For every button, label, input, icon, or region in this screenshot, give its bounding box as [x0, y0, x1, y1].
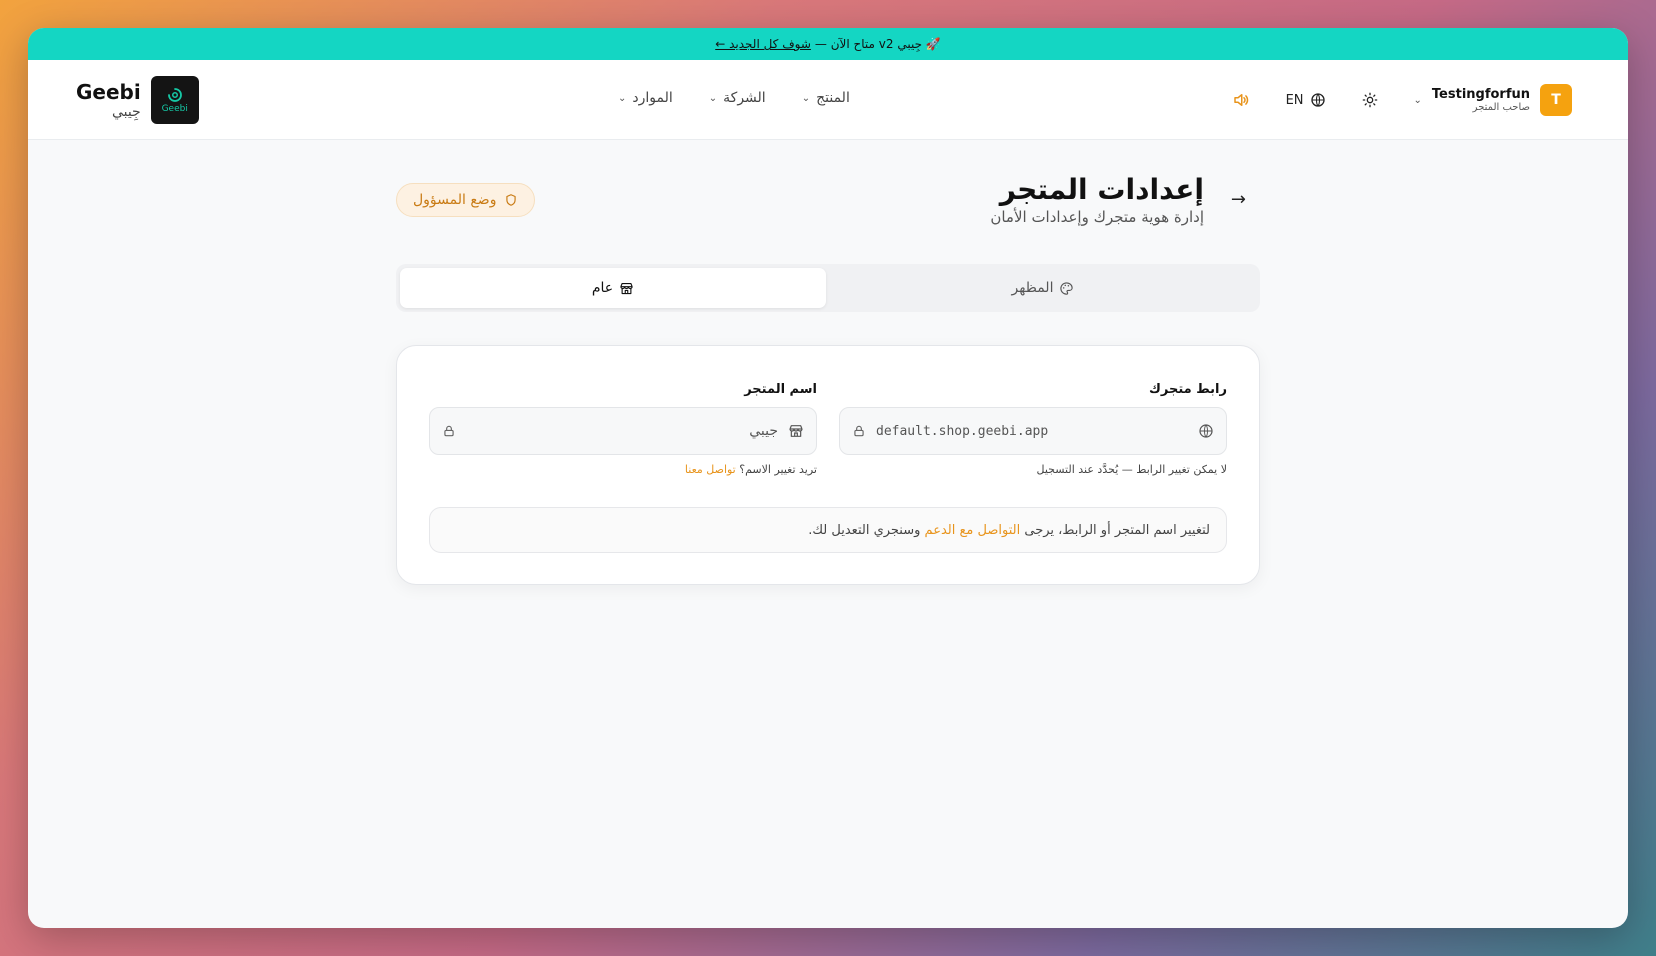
store-name-input[interactable]: جيبي: [429, 407, 817, 455]
store-icon: [789, 425, 803, 437]
page-header: وضع المسؤول إعدادات المتجر إدارة هوية مت…: [396, 173, 1260, 243]
user-name: Testingforfun: [1431, 87, 1530, 102]
shield-icon: [506, 194, 517, 206]
store-name-value: جيبي: [749, 423, 778, 439]
store-name-hint-text: تريد تغيير الاسم؟: [739, 463, 817, 476]
page-subtitle: إدارة هوية متجرك وإعدادات الأمان: [990, 208, 1204, 226]
lock-icon: [444, 425, 454, 437]
nav-label: الشركة: [723, 90, 766, 106]
app-window: 🚀 جِيبي v2 متاح الآن — شوف كل الجديد ← G…: [28, 28, 1628, 928]
store-name-hint: تريد تغيير الاسم؟ تواصل معنا: [429, 463, 817, 476]
globe-icon: [1199, 424, 1213, 438]
store-link-field: رابط متجرك default.shop.geebi.app لا يمك…: [839, 382, 1227, 476]
store-link-label: رابط متجرك: [1149, 382, 1227, 397]
logo-mark-icon: [167, 88, 182, 102]
chevron-down-icon: ⌄: [618, 92, 627, 104]
store-link-input[interactable]: default.shop.geebi.app: [839, 407, 1227, 455]
nav-item-company[interactable]: ⌄ الشركة: [709, 90, 766, 106]
brand[interactable]: Geebi جِيبي Geebi: [76, 76, 199, 124]
page-title: إعدادات المتجر: [999, 173, 1204, 206]
support-notice: لتغيير اسم المتجر أو الرابط، يرجى التواص…: [429, 507, 1227, 553]
admin-mode-label: وضع المسؤول: [413, 192, 497, 208]
tab-label: عام: [591, 280, 614, 296]
notice-prefix: لتغيير اسم المتجر أو الرابط، يرجى: [1024, 522, 1210, 538]
announcement-text: 🚀 جِيبي v2 متاح الآن —: [814, 37, 941, 51]
globe-icon: [1310, 93, 1325, 107]
main-nav: ⌄ الموارد ⌄ الشركة ⌄ المنتج: [618, 90, 850, 106]
store-name-label: اسم المتجر: [744, 382, 817, 397]
contact-us-link[interactable]: تواصل معنا: [685, 463, 736, 476]
speaker-icon: [1233, 94, 1248, 106]
chevron-down-icon: ⌄: [801, 92, 811, 104]
store-icon: [620, 282, 633, 294]
contact-support-link[interactable]: التواصل مع الدعم: [925, 523, 1021, 538]
brand-arabic-name: جِيبي: [111, 104, 141, 120]
lock-icon: [854, 425, 864, 437]
theme-toggle[interactable]: [1362, 92, 1378, 108]
chevron-down-icon: ⌄: [1413, 94, 1422, 106]
language-label: EN: [1285, 92, 1304, 108]
nav-item-resources[interactable]: ⌄ الموارد: [618, 90, 673, 106]
general-settings-card: رابط متجرك default.shop.geebi.app لا يمك…: [396, 345, 1260, 585]
nav-label: المنتج: [816, 90, 850, 106]
header-actions: EN ⌄ Testingforfun صاحب المتجر T: [1232, 84, 1572, 116]
logo-text: Geebi: [161, 104, 188, 114]
announcement-link[interactable]: شوف كل الجديد ←: [715, 37, 811, 51]
store-link-hint: لا يمكن تغيير الرابط — يُحدَّد عند التسج…: [1036, 463, 1227, 476]
sun-icon: [1362, 92, 1377, 108]
avatar: T: [1540, 84, 1572, 116]
notice-suffix: وسنجري التعديل لك.: [808, 522, 921, 538]
store-name-field: اسم المتجر جيبي تريد تغيير الاسم؟ تواصل …: [429, 382, 817, 476]
tab-label: المظهر: [1011, 280, 1054, 296]
admin-mode-badge[interactable]: وضع المسؤول: [396, 183, 536, 217]
announcement-banner: 🚀 جِيبي v2 متاح الآن — شوف كل الجديد ←: [28, 28, 1628, 60]
language-switch[interactable]: EN: [1286, 92, 1326, 108]
nav-label: الموارد: [632, 90, 673, 106]
tab-general[interactable]: عام: [400, 268, 826, 308]
back-arrow-icon[interactable]: →: [1231, 189, 1246, 210]
sound-toggle[interactable]: [1232, 91, 1250, 109]
user-menu[interactable]: ⌄ Testingforfun صاحب المتجر T: [1414, 84, 1572, 116]
nav-item-product[interactable]: ⌄ المنتج: [802, 90, 850, 106]
brand-name: Geebi: [76, 80, 141, 104]
chevron-down-icon: ⌄: [708, 92, 718, 104]
tab-appearance[interactable]: المظهر: [830, 268, 1256, 308]
site-header: Geebi جِيبي Geebi ⌄ الموارد ⌄ الشركة ⌄ ا…: [28, 60, 1628, 140]
brand-logo: Geebi: [150, 76, 199, 124]
user-role: صاحب المتجر: [1472, 102, 1530, 113]
palette-icon: [1060, 281, 1074, 295]
settings-tabs: عام المظهر: [396, 264, 1260, 312]
store-link-value: default.shop.geebi.app: [876, 423, 1049, 439]
